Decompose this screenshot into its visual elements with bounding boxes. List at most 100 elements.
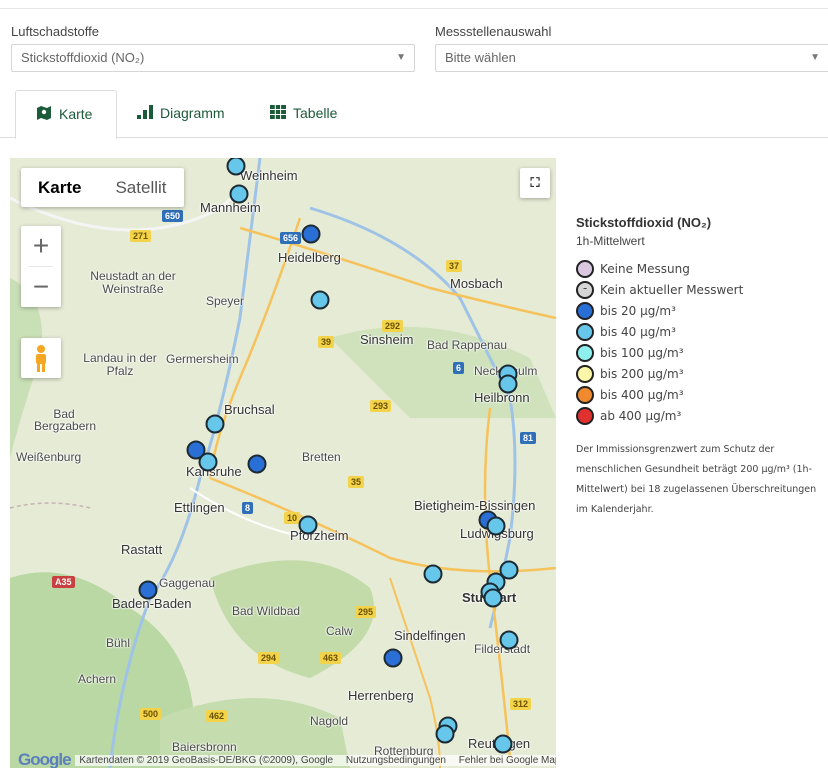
station-marker[interactable] [301,224,321,244]
road-shield: 462 [206,710,228,722]
legend-item: bis 40 µg/m³ [576,322,826,344]
station-marker[interactable] [198,452,218,472]
map-type-satellit-button[interactable]: Satellit [98,168,183,207]
road-shield: 6 [453,362,465,374]
road-shield: 8 [242,502,254,514]
map-type-karte-button[interactable]: Karte [21,168,98,207]
station-marker[interactable] [498,374,518,394]
station-marker[interactable] [383,648,403,668]
station-marker[interactable] [486,516,506,536]
station-select-value: Bitte wählen [445,50,516,65]
map-place: Weißenburg [16,450,82,464]
map-place: Bietigheim-Bissingen [414,498,536,513]
road-shield: 312 [510,698,532,710]
legend-item: ab 400 µg/m³ [576,406,826,428]
road-shield: 271 [130,230,152,242]
road-shield: 35 [348,476,365,488]
map-place: Bad Rappenau [427,338,508,352]
station-marker[interactable] [310,290,330,310]
circle-icon [576,343,594,362]
road-shield: 37 [446,260,463,272]
map-place: Pforzheim [290,528,349,543]
map-type-control: Karte Satellit [21,168,184,207]
zoom-control: + − [21,226,61,307]
road-shield: 656 [280,232,302,244]
legend-subtitle: 1h-Mittelwert [576,234,645,248]
fullscreen-icon[interactable]: ⛶ [520,168,550,198]
map-place: Herrenberg [348,688,414,703]
tab-karte[interactable]: Karte [15,90,117,139]
legend-item: bis 400 µg/m³ [576,385,826,407]
map-place: Ettlingen [174,500,225,515]
station-marker[interactable] [229,184,249,204]
road-shield: 463 [320,652,342,664]
legend-list: Keine Messung - Kein aktueller Messwert b… [576,259,826,428]
station-map[interactable]: Weinheim Mannheim Heidelberg Neustadt an… [10,158,556,768]
map-place: Heidelberg [278,250,341,265]
map-place: Heilbronn [474,390,530,405]
road-shield: 81 [520,432,537,444]
circle-icon [576,364,594,383]
zoom-in-button[interactable]: + [21,226,61,266]
station-marker[interactable] [483,588,503,608]
bar-chart-icon [137,91,153,137]
map-attribution: Google Kartendaten © 2019 GeoBasis-DE/BK… [10,750,556,768]
station-marker[interactable] [423,564,443,584]
station-marker[interactable] [247,454,267,474]
map-place: Bruchsal [224,402,275,417]
road-shield: 500 [140,708,162,720]
station-marker[interactable] [435,724,455,744]
legend-item-label: Keine Messung [600,262,690,276]
legend-item: bis 100 µg/m³ [576,343,826,365]
report-error-link[interactable]: Fehler bei Google Maps melden [459,755,556,766]
map-place: Bretten [302,450,341,464]
map-place: Nagold [310,714,349,728]
tab-diagramm[interactable]: Diagramm [137,90,225,138]
terms-link[interactable]: Nutzungsbedingungen [346,755,446,766]
legend-item: bis 200 µg/m³ [576,364,826,386]
minus-circle-icon: - [576,280,594,299]
circle-icon [576,301,594,320]
map-place: Bühl [106,636,131,650]
legend-item-label: Kein aktueller Messwert [600,283,744,297]
table-icon [270,91,286,137]
legend-item: Keine Messung [576,259,826,281]
tab-tabelle[interactable]: Tabelle [270,90,337,138]
circle-icon [576,406,594,425]
chevron-down-icon: ▼ [810,52,820,63]
chevron-down-icon: ▼ [396,52,406,63]
pollutant-select[interactable]: Stickstoffdioxid (NO₂) ▼ [11,44,415,72]
limit-value-note: Der Immissionsgrenzwert zum Schutz der m… [576,444,817,515]
tab-label: Tabelle [293,105,338,121]
station-select[interactable]: Bitte wählen ▼ [435,44,828,72]
map-place: Rastatt [121,542,163,557]
top-divider [0,8,828,9]
station-marker[interactable] [298,515,318,535]
station-marker[interactable] [138,580,158,600]
map-place: Gaggenau [159,576,216,590]
circle-icon [576,259,594,278]
map-place: Weinheim [240,168,298,183]
map-place: Neustadt an der Weinstraße [90,269,176,296]
map-icon [36,92,52,138]
pollutant-select-value: Stickstoffdioxid (NO₂) [21,50,145,65]
google-logo: Google [18,750,72,768]
pegman-icon[interactable] [21,338,61,378]
map-place: Mosbach [450,276,503,291]
map-place: Speyer [206,294,245,308]
map-place: Bad Bergzabern [34,407,97,433]
map-place: Germersheim [166,352,239,366]
legend-item-label: bis 200 µg/m³ [600,367,684,381]
map-place: Calw [326,624,353,638]
station-marker[interactable] [493,734,513,754]
road-shield: 293 [370,400,392,412]
road-shield: 295 [355,606,377,618]
legend-item: - Kein aktueller Messwert [576,280,826,302]
map-place: Sindelfingen [394,628,466,643]
circle-icon [576,385,594,404]
map-place: Achern [78,672,117,686]
zoom-out-button[interactable]: − [21,267,61,307]
station-marker[interactable] [205,414,225,434]
station-marker[interactable] [499,630,519,650]
map-place: Landau in der Pfalz [83,351,157,378]
